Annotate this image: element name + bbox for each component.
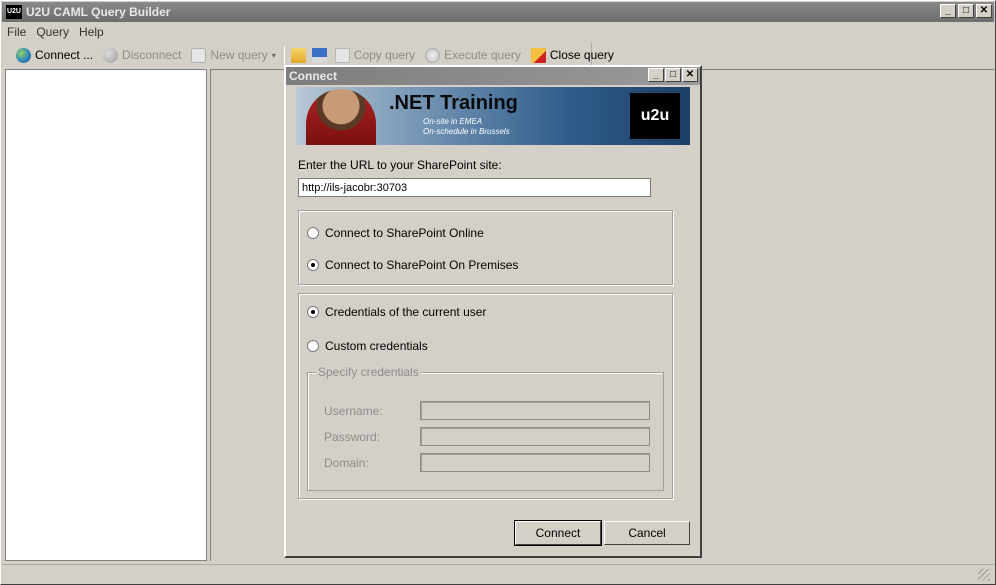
disconnect-label: Disconnect [122, 48, 182, 62]
new-query-icon [191, 47, 207, 63]
query-tree-pane[interactable] [5, 69, 207, 561]
password-label: Password: [324, 430, 381, 444]
username-label: Username: [324, 404, 383, 418]
username-field[interactable] [420, 401, 650, 420]
app-icon: U2U [6, 5, 22, 19]
cancel-button[interactable]: Cancel [604, 521, 690, 545]
copy-query-button[interactable]: Copy query [330, 44, 420, 66]
domain-label: Domain: [324, 456, 369, 470]
minimize-button[interactable]: _ [940, 4, 956, 18]
radio-label: Credentials of the current user [325, 305, 487, 319]
radio-sharepoint-online[interactable]: Connect to SharePoint Online [307, 226, 484, 240]
close-folder-icon [530, 47, 546, 63]
connect-button[interactable]: Connect ... [11, 44, 98, 66]
toolbar-separator [283, 46, 285, 64]
caption-buttons: _ □ ✕ [940, 4, 992, 18]
toolbar: Connect ... Disconnect New query ▾ Copy … [5, 43, 614, 67]
radio-current-user[interactable]: Credentials of the current user [307, 305, 486, 319]
domain-field[interactable] [420, 453, 650, 472]
dialog-minimize-button[interactable]: _ [648, 68, 664, 82]
radio-label: Connect to SharePoint On Premises [325, 258, 519, 272]
folder-icon [290, 47, 306, 63]
close-button[interactable]: ✕ [976, 4, 992, 18]
url-input[interactable] [298, 178, 651, 197]
dialog-maximize-button[interactable]: □ [665, 68, 681, 82]
disconnect-icon [103, 47, 119, 63]
connect-label: Connect ... [35, 48, 94, 62]
u2u-logo: u2u [630, 93, 680, 139]
connect-dialog: Connect _ □ ✕ .NET Training On-site in E… [284, 65, 702, 558]
radio-button[interactable] [307, 306, 319, 318]
specify-credentials-legend: Specify credentials [316, 365, 421, 379]
disconnect-button[interactable]: Disconnect [98, 44, 186, 66]
save-icon [311, 47, 327, 63]
banner-subtitle-2: On-schedule in Brussels [423, 127, 510, 136]
connect-dialog-button[interactable]: Connect [514, 520, 602, 546]
radio-custom-credentials[interactable]: Custom credentials [307, 339, 428, 353]
password-field[interactable] [420, 427, 650, 446]
banner-title: .NET Training [389, 92, 518, 114]
radio-button[interactable] [307, 259, 319, 271]
banner-person-image [306, 89, 376, 145]
new-query-label: New query [210, 48, 268, 62]
copy-icon [334, 47, 350, 63]
dialog-title-bar: Connect _ □ ✕ [286, 67, 700, 85]
radio-label: Custom credentials [325, 339, 428, 353]
play-icon [425, 47, 441, 63]
status-bar [2, 564, 994, 584]
save-button[interactable] [309, 44, 330, 66]
execute-query-button[interactable]: Execute query [420, 44, 526, 66]
window-title: U2U CAML Query Builder [26, 5, 171, 19]
connection-type-group [298, 210, 673, 285]
copy-query-label: Copy query [353, 48, 416, 62]
menu-query[interactable]: Query [31, 25, 74, 39]
banner-subtitle-1: On-site in EMEA [423, 117, 483, 126]
new-query-button[interactable]: New query ▾ [186, 44, 280, 66]
menu-file[interactable]: File [2, 25, 31, 39]
execute-query-label: Execute query [444, 48, 521, 62]
resize-grip-icon[interactable] [978, 569, 990, 581]
dialog-close-button[interactable]: ✕ [682, 68, 698, 82]
close-query-button[interactable]: Close query [526, 44, 619, 66]
open-button[interactable] [288, 44, 309, 66]
radio-sharepoint-on-premises[interactable]: Connect to SharePoint On Premises [307, 258, 518, 272]
dialog-caption-buttons: _ □ ✕ [648, 68, 698, 82]
menu-help[interactable]: Help [74, 25, 109, 39]
radio-button[interactable] [307, 340, 319, 352]
training-banner: .NET Training On-site in EMEA On-schedul… [296, 87, 690, 145]
maximize-button[interactable]: □ [958, 4, 974, 18]
title-bar: U2U U2U CAML Query Builder _ □ ✕ [2, 2, 994, 22]
radio-label: Connect to SharePoint Online [325, 226, 484, 240]
url-label: Enter the URL to your SharePoint site: [298, 158, 502, 172]
globe-icon [16, 47, 31, 63]
radio-button[interactable] [307, 227, 319, 239]
dialog-title: Connect [289, 69, 337, 83]
close-query-label: Close query [549, 48, 614, 62]
menu-bar: File Query Help [2, 23, 994, 41]
chevron-down-icon[interactable]: ▾ [272, 51, 276, 60]
